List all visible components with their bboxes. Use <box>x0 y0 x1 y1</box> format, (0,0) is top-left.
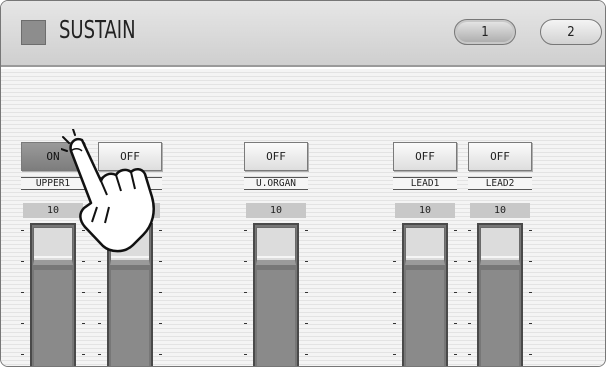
square-icon <box>21 20 46 45</box>
lead2-toggle-button[interactable]: OFF <box>468 142 532 171</box>
lead2-label: LEAD2 <box>468 177 532 190</box>
lead1-fader-knob[interactable] <box>405 227 445 265</box>
sustain-screen: SUSTAIN 1 2 ON UPPER1 10 OFF UPPER2 10 O… <box>0 0 606 367</box>
uorgan-fader-knob[interactable] <box>256 227 296 265</box>
page-tab-2[interactable]: 2 <box>540 19 602 45</box>
uorgan-fader[interactable] <box>244 223 308 366</box>
lead2-fader-knob[interactable] <box>480 227 520 265</box>
lead1-fader[interactable] <box>393 223 457 366</box>
uorgan-label: U.ORGAN <box>244 177 308 190</box>
lead2-value: 10 <box>470 203 530 218</box>
lead1-value: 10 <box>395 203 455 218</box>
pointing-hand-icon <box>61 129 155 253</box>
page-title: SUSTAIN <box>59 15 136 44</box>
lead2-fader[interactable] <box>468 223 532 366</box>
uorgan-toggle-button[interactable]: OFF <box>244 142 308 171</box>
uorgan-value: 10 <box>246 203 306 218</box>
page-tab-1[interactable]: 1 <box>454 19 516 45</box>
lead1-toggle-button[interactable]: OFF <box>393 142 457 171</box>
title-bar: SUSTAIN 1 2 <box>1 1 605 67</box>
lead1-label: LEAD1 <box>393 177 457 190</box>
